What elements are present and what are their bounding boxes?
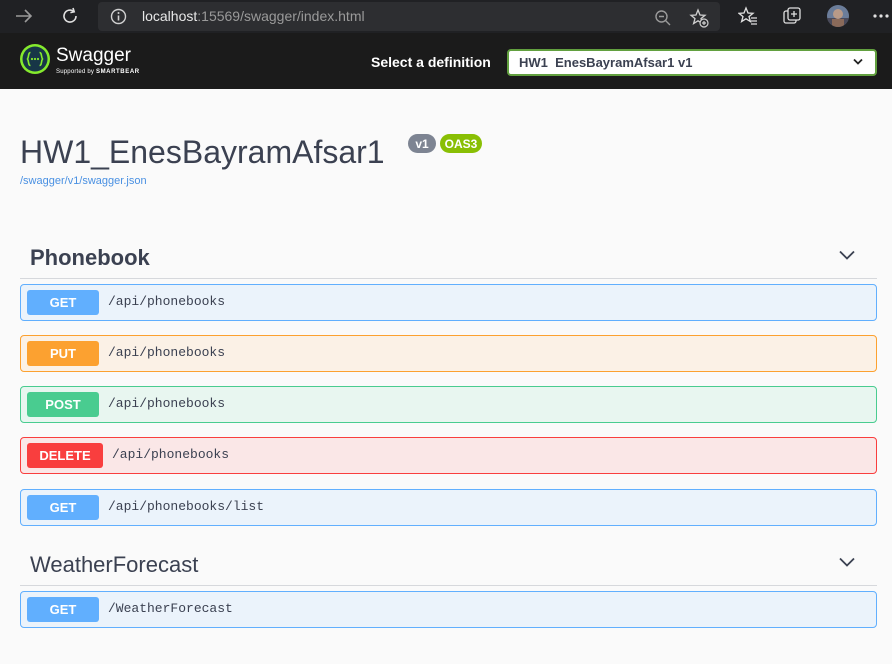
reload-icon	[63, 7, 77, 23]
spec-link[interactable]: /swagger/v1/swagger.json	[20, 175, 147, 187]
tag-phonebook[interactable]: Phonebook	[20, 236, 877, 279]
browser-toolbar: localhost:15569/swagger/index.html	[0, 0, 892, 33]
operation-post-phonebooks[interactable]: POST /api/phonebooks	[20, 386, 877, 423]
operation-delete-phonebooks[interactable]: DELETE /api/phonebooks	[20, 437, 877, 474]
tag-weatherforecast[interactable]: WeatherForecast	[20, 543, 877, 586]
chevron-down-icon	[839, 557, 855, 567]
operation-path: /api/phonebooks	[108, 345, 226, 360]
collections-button[interactable]	[781, 5, 803, 27]
url-host: localhost	[142, 8, 198, 24]
api-title: HW1_EnesBayramAfsar1	[20, 134, 385, 170]
method-badge-get: GET	[27, 597, 99, 622]
info-icon	[110, 8, 127, 25]
collections-icon	[783, 7, 801, 24]
favorites-icon	[738, 6, 757, 25]
operation-path: /api/phonebooks	[108, 396, 226, 411]
swagger-logo-icon	[20, 44, 50, 74]
method-badge-get: GET	[27, 495, 99, 520]
logo-sub-prefix: Supported by	[56, 69, 95, 75]
operation-path: /api/phonebooks	[112, 447, 230, 462]
add-favorite-button[interactable]	[688, 7, 710, 29]
more-button[interactable]	[871, 5, 891, 27]
operation-get-weatherforecast[interactable]: GET /WeatherForecast	[20, 591, 877, 628]
arrow-right-icon	[16, 9, 33, 23]
tag-name: Phonebook	[30, 245, 150, 270]
oas-badge: OAS3	[440, 134, 482, 153]
favorites-button[interactable]	[737, 5, 759, 27]
operation-path: /WeatherForecast	[108, 601, 233, 616]
url-path: :15569/swagger/index.html	[197, 8, 365, 24]
tag-name: WeatherForecast	[30, 552, 199, 577]
operation-path: /api/phonebooks	[108, 294, 226, 309]
url-text: localhost:15569/swagger/index.html	[142, 8, 365, 24]
definition-label: Select a definition	[371, 54, 491, 70]
method-badge-post: POST	[27, 392, 99, 417]
reload-button[interactable]	[58, 5, 82, 27]
version-badge: v1	[408, 134, 436, 153]
method-badge-delete: DELETE	[27, 443, 103, 468]
star-add-icon	[689, 8, 709, 28]
swagger-logo[interactable]: Swagger Supported by SMARTBEAR	[19, 43, 139, 75]
swagger-topbar: Swagger Supported by SMARTBEAR Select a …	[0, 33, 892, 89]
more-icon	[873, 14, 889, 18]
method-badge-get: GET	[27, 290, 99, 315]
logo-text: Swagger	[56, 45, 131, 66]
operation-get-phonebooks-list[interactable]: GET /api/phonebooks/list	[20, 489, 877, 526]
operation-get-phonebooks[interactable]: GET /api/phonebooks	[20, 284, 877, 321]
chevron-down-icon	[853, 58, 863, 65]
logo-subtitle: Supported by SMARTBEAR	[56, 69, 140, 75]
definition-selected-value: HW1 EnesBayramAfsar1 v1	[519, 55, 693, 70]
address-bar[interactable]: localhost:15569/swagger/index.html	[98, 2, 720, 31]
logo-sub-brand: SMARTBEAR	[95, 69, 140, 75]
method-badge-put: PUT	[27, 341, 99, 366]
zoom-button[interactable]	[652, 7, 674, 29]
forward-button[interactable]	[12, 5, 36, 27]
operation-path: /api/phonebooks/list	[108, 499, 265, 514]
profile-button[interactable]	[826, 4, 850, 28]
avatar	[827, 5, 849, 27]
zoom-out-icon	[655, 10, 671, 26]
chevron-down-icon	[839, 250, 855, 260]
definition-select[interactable]: HW1 EnesBayramAfsar1 v1	[507, 49, 877, 76]
operation-put-phonebooks[interactable]: PUT /api/phonebooks	[20, 335, 877, 372]
